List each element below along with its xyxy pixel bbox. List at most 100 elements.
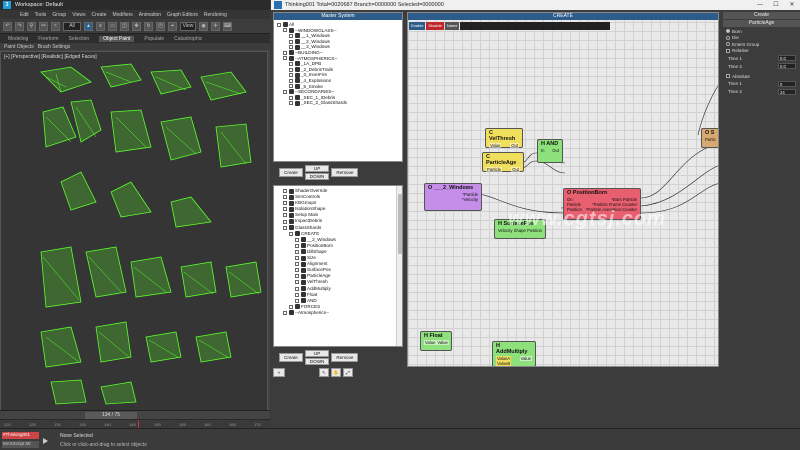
pan-tool-icon[interactable]: ✋	[331, 368, 341, 377]
expand-toggle-icon[interactable]	[295, 268, 299, 273]
expand-toggle-icon[interactable]	[283, 50, 287, 55]
selection-filter-dropdown[interactable]: All	[63, 21, 81, 31]
time1b-input[interactable]: 0	[778, 80, 796, 87]
create-button-lower[interactable]: Create	[279, 353, 303, 362]
bind-icon[interactable]: ≈	[51, 21, 60, 31]
close-icon[interactable]: ✕	[784, 0, 800, 10]
link-icon[interactable]: ⚲	[27, 21, 36, 31]
expand-toggle-icon[interactable]	[283, 189, 287, 194]
born-radio[interactable]	[726, 29, 730, 34]
node-float[interactable]: H Float Value Value	[420, 331, 452, 351]
node-graph-canvas[interactable]: CREATE Enable Disable Name O ___2_Window…	[407, 12, 719, 367]
node-velthresh[interactable]: C VelThresh Value Out	[485, 128, 523, 148]
reference-coord-dropdown[interactable]: View	[180, 21, 196, 31]
rect-selection-icon[interactable]: ▭	[108, 21, 117, 31]
node-particleage[interactable]: C ParticleAge Particle Out	[482, 152, 524, 172]
expand-toggle-icon[interactable]	[277, 22, 281, 27]
down-button[interactable]: DOWN	[304, 173, 330, 180]
expand-toggle-icon[interactable]	[283, 213, 287, 218]
expand-toggle-icon[interactable]	[283, 56, 287, 61]
tree-item[interactable]: _SEC_2_GlassShards	[277, 100, 399, 106]
collapse-icon[interactable]: «	[273, 368, 285, 377]
sub-ribbon-brush-settings[interactable]: Brush Settings	[38, 44, 71, 50]
window-crossing-icon[interactable]: ◫	[120, 21, 129, 31]
up-button[interactable]: UP	[304, 165, 330, 172]
expand-toggle-icon[interactable]	[295, 274, 299, 279]
expand-toggle-icon[interactable]	[289, 231, 293, 236]
expand-toggle-icon[interactable]	[295, 298, 299, 303]
expand-toggle-icon[interactable]	[289, 84, 293, 89]
menu-item-create[interactable]: Create	[91, 12, 106, 18]
menu-item-tools[interactable]: Tools	[35, 12, 47, 18]
ribbon-tab-populate[interactable]: Populate	[144, 36, 164, 42]
menu-item-modifiers[interactable]: Modifiers	[112, 12, 132, 18]
move-tool-icon[interactable]: ↖	[319, 368, 329, 377]
expand-toggle-icon[interactable]	[295, 237, 299, 242]
ribbon-tab-catastrophic[interactable]: Catastrophic	[174, 36, 202, 42]
expand-toggle-icon[interactable]	[289, 101, 293, 106]
workspace-title[interactable]: Workspace: Default	[15, 2, 63, 8]
move-icon[interactable]: ✥	[132, 21, 141, 31]
rotate-icon[interactable]: ↻	[144, 21, 153, 31]
absolute-checkbox[interactable]	[726, 74, 730, 79]
node-and[interactable]: H AND In Out	[537, 139, 563, 163]
expand-toggle-icon[interactable]	[283, 89, 287, 94]
expand-toggle-icon[interactable]	[283, 195, 287, 200]
menu-item-views[interactable]: Views	[72, 12, 85, 18]
expand-toggle-icon[interactable]	[289, 61, 293, 66]
menu-item-rendering[interactable]: Rendering	[204, 12, 227, 18]
time-slider-thumb[interactable]: 134 / 75	[85, 412, 137, 419]
down-button-lower[interactable]: DOWN	[304, 358, 330, 365]
expand-toggle-icon[interactable]	[289, 33, 293, 38]
time-slider[interactable]: 134 / 75	[0, 410, 270, 419]
pivot-icon[interactable]: ◉	[199, 21, 208, 31]
minimize-icon[interactable]: —	[752, 0, 768, 10]
enters-group-radio[interactable]	[726, 42, 730, 47]
die-radio[interactable]	[726, 35, 730, 40]
node-addmultiply[interactable]: H AddMultiply ValueA Value ValueB	[492, 341, 536, 366]
create-rollout-header[interactable]: Create	[723, 12, 800, 19]
expand-toggle-icon[interactable]	[289, 73, 293, 78]
scale-icon[interactable]: ◰	[156, 21, 165, 31]
menu-item-edit[interactable]: Edit	[20, 12, 29, 18]
menu-item-graph-editors[interactable]: Graph Editors	[167, 12, 198, 18]
expand-toggle-icon[interactable]	[289, 78, 293, 83]
zoom-tool-icon[interactable]: ⤢	[343, 368, 353, 377]
particleage-rollout-header[interactable]: ParticleAge	[723, 20, 800, 27]
node-windows[interactable]: O ___2_Windows *Particle *Velocity	[424, 183, 482, 211]
placement-icon[interactable]: ⌖	[168, 21, 177, 31]
expand-toggle-icon[interactable]	[283, 310, 287, 315]
status-object-field[interactable]: #Thinking001	[2, 432, 39, 439]
expand-toggle-icon[interactable]	[283, 28, 287, 33]
select-object-icon[interactable]: ▲	[84, 21, 93, 31]
scrollbar-thumb[interactable]	[398, 194, 402, 254]
ribbon-tab-freeform[interactable]: Freeform	[38, 36, 58, 42]
sub-ribbon-paint-objects[interactable]: Paint Objects	[4, 44, 34, 50]
ribbon-tab-object-paint[interactable]: Object Paint	[99, 35, 135, 42]
tree-item[interactable]: --Atmospherics--	[277, 310, 399, 316]
expand-toggle-icon[interactable]	[295, 249, 299, 254]
time1-input[interactable]: 0.0	[778, 55, 796, 61]
track-bar[interactable]: 120 125 130 135 140 145 150 155 160 165 170	[0, 419, 270, 429]
expand-toggle-icon[interactable]	[295, 292, 299, 297]
expand-toggle-icon[interactable]	[289, 95, 293, 100]
undo-icon[interactable]: ↶	[3, 21, 12, 31]
remove-button-lower[interactable]: Remove	[331, 353, 359, 362]
time2-input[interactable]: 0.0	[778, 63, 796, 69]
time2b-input[interactable]: 24	[778, 88, 796, 95]
perspective-viewport[interactable]: [+] [Perspective] [Realistic] [Edged Fac…	[0, 51, 268, 411]
select-by-name-icon[interactable]: ≡	[96, 21, 105, 31]
tree-scrollbar[interactable]	[396, 186, 402, 346]
expand-toggle-icon[interactable]	[295, 286, 299, 291]
up-button-lower[interactable]: UP	[304, 350, 330, 357]
menu-item-group[interactable]: Group	[52, 12, 66, 18]
expand-toggle-icon[interactable]	[289, 39, 293, 44]
play-arrow-icon[interactable]	[43, 438, 48, 444]
redo-icon[interactable]: ↷	[15, 21, 24, 31]
node-s-partial[interactable]: O S Partic	[701, 128, 718, 148]
ribbon-tab-modeling[interactable]: Modeling	[8, 36, 28, 42]
max-logo-icon[interactable]: 3	[3, 1, 11, 9]
expand-toggle-icon[interactable]	[283, 225, 287, 230]
expand-toggle-icon[interactable]	[295, 262, 299, 267]
maxscript-listener[interactable]: MAXScript Mi:	[2, 441, 39, 448]
